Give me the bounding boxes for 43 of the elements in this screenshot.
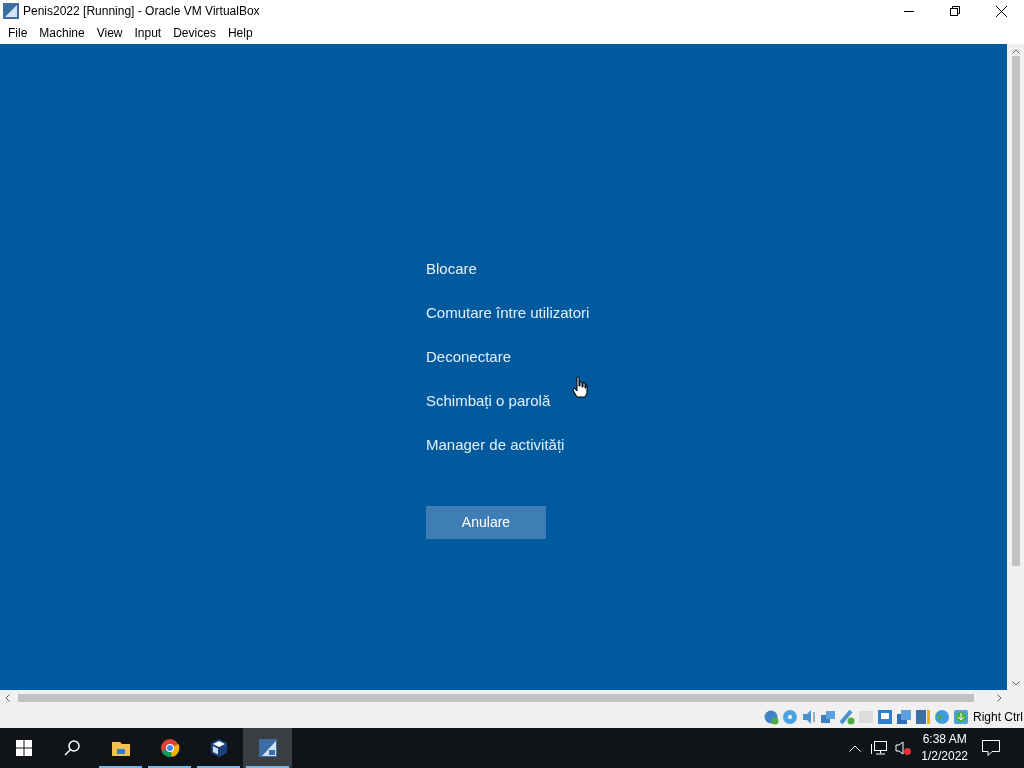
hand-cursor-icon <box>572 376 588 398</box>
clock-date[interactable]: 1/2/2022 <box>921 748 968 765</box>
scroll-thumb[interactable] <box>18 694 974 702</box>
arrow-down-icon[interactable] <box>953 709 969 725</box>
close-icon <box>995 5 1007 17</box>
vm-icon <box>257 738 278 758</box>
clock-time[interactable]: 6:38 AM <box>922 731 967 748</box>
menu-item[interactable]: Input <box>128 24 168 42</box>
notification-icon[interactable] <box>982 740 1000 756</box>
host-key-label: Right Ctrl <box>973 709 1023 726</box>
menu-option[interactable]: Schimbați o parolă <box>426 390 590 412</box>
scroll-down-icon[interactable] <box>1011 681 1020 686</box>
windows-logo-icon <box>16 740 32 756</box>
menu-option[interactable]: Manager de activități <box>426 434 590 456</box>
display-icon[interactable] <box>877 709 893 725</box>
chevron-up-icon[interactable] <box>849 744 862 752</box>
optical-disc-icon[interactable] <box>782 709 798 725</box>
cube-icon <box>208 738 229 758</box>
horizontal-scrollbar[interactable] <box>0 690 1024 706</box>
scroll-left-icon[interactable] <box>5 694 10 702</box>
menu-item[interactable]: Help <box>221 24 259 42</box>
vertical-scrollbar[interactable] <box>1007 44 1024 690</box>
menu-item[interactable]: Machine <box>33 24 91 42</box>
menu-item[interactable]: File <box>2 24 34 42</box>
restore-icon <box>950 6 960 16</box>
scroll-thumb[interactable] <box>1011 56 1020 566</box>
scroll-right-icon[interactable] <box>997 694 1002 702</box>
app-icon <box>3 3 19 19</box>
search-icon <box>64 740 80 756</box>
taskbar-app-button[interactable] <box>243 728 292 768</box>
menu-option[interactable]: Blocare <box>426 258 590 280</box>
window-title: Penis2022 [Running] - Oracle VM VirtualBox <box>23 3 260 20</box>
minimize-icon <box>904 10 914 12</box>
menu-option[interactable]: Deconectare <box>426 346 590 368</box>
menu-item[interactable]: Devices <box>167 24 222 42</box>
muted-speaker-icon[interactable] <box>895 741 912 755</box>
cancel-button[interactable]: Anulare <box>426 506 546 539</box>
menu-item[interactable]: View <box>90 24 129 42</box>
browser-icon <box>159 738 180 758</box>
scroll-up-icon[interactable] <box>1011 49 1020 54</box>
audio-icon[interactable] <box>801 709 817 725</box>
menu-option[interactable]: Comutare între utilizatori <box>426 302 590 324</box>
network-icon[interactable] <box>871 741 888 755</box>
